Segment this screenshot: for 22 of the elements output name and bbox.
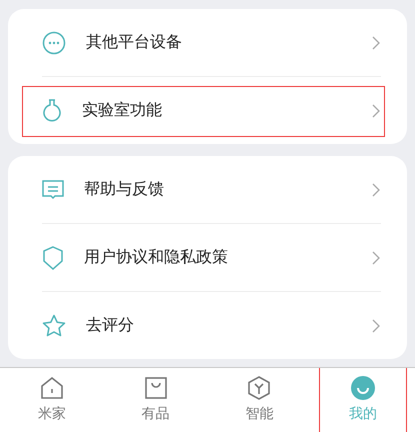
shield-icon	[42, 246, 64, 270]
smile-icon	[351, 376, 376, 400]
tab[interactable]: 智能	[208, 368, 312, 432]
menu-item[interactable]: 帮助与反馈	[84, 179, 371, 200]
chevron-icon	[371, 318, 381, 334]
message-icon	[42, 178, 64, 200]
flask-icon	[42, 98, 62, 122]
menu-item[interactable]: 其他平台设备	[86, 32, 371, 53]
menu-item[interactable]: 去评分	[86, 315, 371, 336]
chevron-icon	[371, 182, 381, 198]
menu-item[interactable]: 用户协议和隐私政策	[84, 247, 371, 268]
chevron-icon	[371, 102, 381, 118]
cube-icon	[247, 376, 272, 400]
tab[interactable]: 米家	[0, 368, 104, 432]
more-icon	[42, 30, 66, 54]
tab[interactable]: 有品	[104, 368, 208, 432]
chevron-icon	[371, 34, 381, 50]
menu-item[interactable]: 实验室功能	[82, 100, 371, 121]
chevron-icon	[371, 250, 381, 266]
home-icon	[40, 376, 64, 400]
star-icon	[42, 314, 66, 338]
bag-icon	[144, 376, 168, 400]
